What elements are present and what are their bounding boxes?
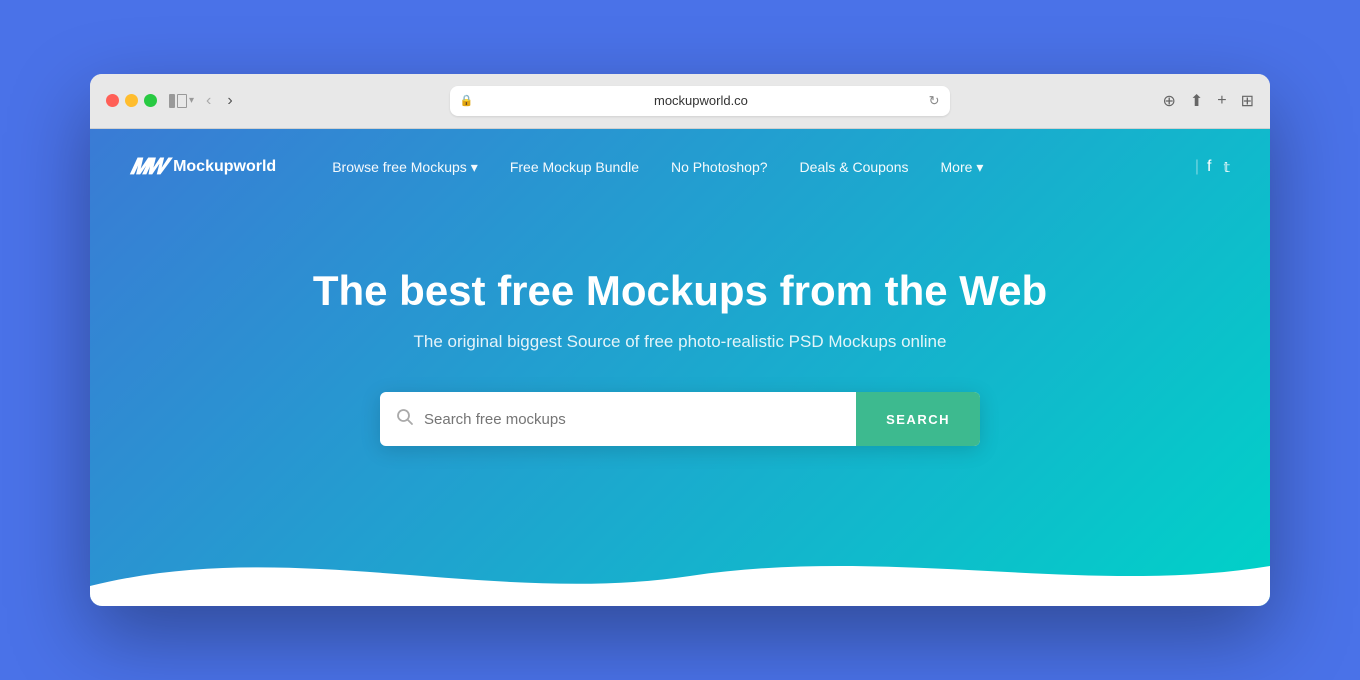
lock-icon: 🔒 xyxy=(460,94,474,107)
url-text: mockupworld.co xyxy=(479,93,922,108)
address-bar[interactable]: 🔒 mockupworld.co ↻ xyxy=(450,86,950,116)
traffic-lights xyxy=(106,94,157,107)
traffic-light-minimize[interactable] xyxy=(125,94,138,107)
nav-deals-coupons[interactable]: Deals & Coupons xyxy=(784,151,925,183)
reload-icon[interactable]: ↻ xyxy=(929,93,940,109)
traffic-light-maximize[interactable] xyxy=(144,94,157,107)
hero-section: The best free Mockups from the Web The o… xyxy=(90,206,1270,526)
search-bar-container: SEARCH xyxy=(380,392,980,446)
site-nav: 𝑴𝑾 Mockupworld Browse free Mockups ▾ Fre… xyxy=(90,129,1270,206)
logo-text: Mockupworld xyxy=(173,158,276,176)
social-icons: f 𝕥 xyxy=(1207,158,1230,176)
back-button[interactable]: ‹ xyxy=(202,90,215,112)
search-input[interactable] xyxy=(424,411,840,428)
browser-chrome: ▾ ‹ › 🔒 mockupworld.co ↻ ⊕ ⬆ + ⊞ xyxy=(90,74,1270,129)
logo-area[interactable]: 𝑴𝑾 Mockupworld xyxy=(130,154,276,180)
nav-separator: | xyxy=(1195,158,1199,176)
browser-actions: ⊕ ⬆ + ⊞ xyxy=(1162,91,1254,111)
hero-title: The best free Mockups from the Web xyxy=(313,266,1047,316)
website-content: 𝑴𝑾 Mockupworld Browse free Mockups ▾ Fre… xyxy=(90,129,1270,606)
wave-bottom xyxy=(90,526,1270,606)
nav-browse-mockups[interactable]: Browse free Mockups ▾ xyxy=(316,151,494,184)
nav-more[interactable]: More ▾ xyxy=(925,151,1000,184)
nav-links: Browse free Mockups ▾ Free Mockup Bundle… xyxy=(316,151,1187,184)
grid-icon[interactable]: ⊞ xyxy=(1241,91,1254,111)
logo-icon: 𝑴𝑾 xyxy=(130,154,165,180)
twitter-icon[interactable]: 𝕥 xyxy=(1223,159,1230,176)
sidebar-chevron-icon: ▾ xyxy=(189,95,194,106)
search-button[interactable]: SEARCH xyxy=(856,392,980,446)
browser-window: ▾ ‹ › 🔒 mockupworld.co ↻ ⊕ ⬆ + ⊞ 𝑴𝑾 Mock… xyxy=(90,74,1270,606)
search-icon xyxy=(396,408,414,431)
download-icon[interactable]: ⊕ xyxy=(1162,91,1175,111)
nav-no-photoshop[interactable]: No Photoshop? xyxy=(655,151,784,183)
traffic-light-close[interactable] xyxy=(106,94,119,107)
more-chevron-icon: ▾ xyxy=(976,159,983,176)
browse-chevron-icon: ▾ xyxy=(471,159,478,176)
facebook-icon[interactable]: f xyxy=(1207,158,1211,176)
share-icon[interactable]: ⬆ xyxy=(1190,91,1203,111)
address-bar-wrapper: 🔒 mockupworld.co ↻ xyxy=(249,86,1151,116)
hero-subtitle: The original biggest Source of free phot… xyxy=(414,332,947,352)
sidebar-toggle-button[interactable]: ▾ xyxy=(169,94,194,108)
browser-controls: ▾ ‹ › xyxy=(169,90,237,112)
forward-button[interactable]: › xyxy=(223,90,236,112)
search-input-area xyxy=(380,392,856,446)
new-tab-icon[interactable]: + xyxy=(1217,92,1226,110)
nav-free-bundle[interactable]: Free Mockup Bundle xyxy=(494,151,655,183)
